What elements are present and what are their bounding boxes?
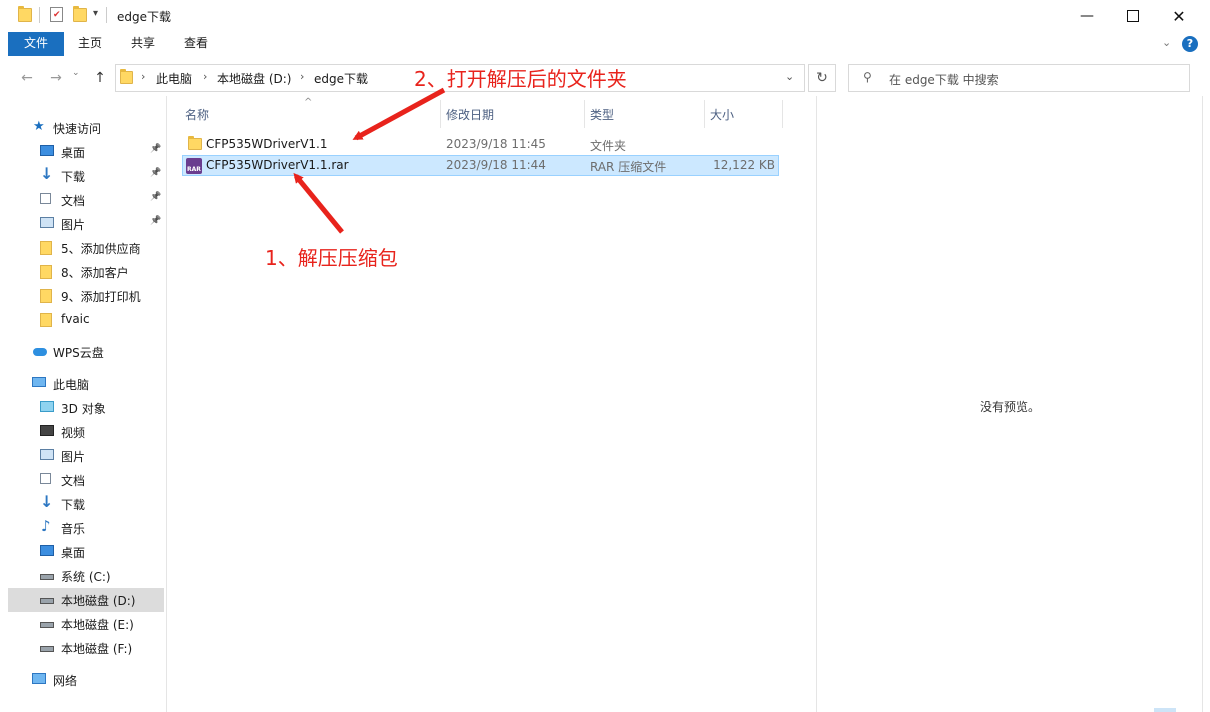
annotation-arrow-step2 (352, 87, 446, 141)
annotation-arrow-step1 (293, 172, 344, 234)
annotation-layer (293, 87, 446, 234)
annotation-step1: 1、解压压缩包 (265, 246, 398, 270)
annotation-step2: 2、打开解压后的文件夹 (414, 67, 627, 91)
